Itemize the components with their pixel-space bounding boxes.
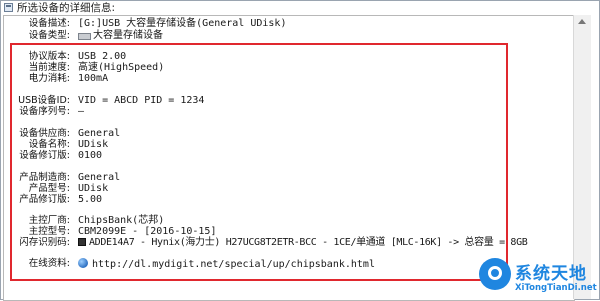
title-bar: 所选设备的详细信息: xyxy=(1,1,599,15)
device-type-label: 设备类型: xyxy=(28,30,70,41)
watermark-title: 系统天地 xyxy=(515,264,587,284)
device-type-value: 大容量存储设备 xyxy=(93,30,163,41)
scroll-up-arrow-icon[interactable] xyxy=(578,19,586,24)
highlight-box xyxy=(10,43,508,281)
device-details-window: 所选设备的详细信息: 设备描述: [G:]USB 大容量存储设备(General… xyxy=(0,0,600,301)
device-description-value: [G:]USB 大容量存储设备(General UDisk) xyxy=(78,18,287,29)
brand-logo-icon xyxy=(479,258,511,290)
window-icon xyxy=(4,3,13,12)
usb-drive-icon xyxy=(78,31,91,40)
watermark: 系统天地 XiTongTianDi.net xyxy=(471,254,600,301)
watermark-subtitle: XiTongTianDi.net xyxy=(515,283,597,293)
window-title: 所选设备的详细信息: xyxy=(17,2,116,14)
device-description-label: 设备描述: xyxy=(28,18,70,29)
